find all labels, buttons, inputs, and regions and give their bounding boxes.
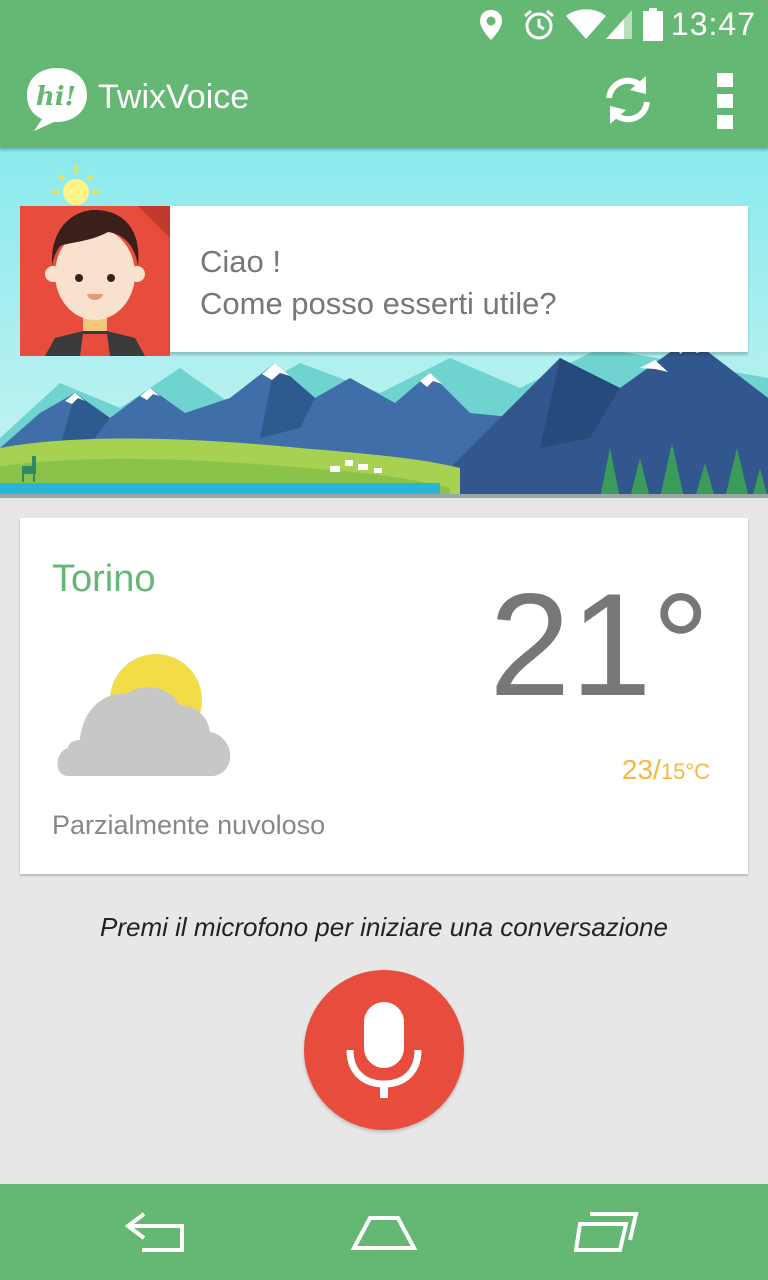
weather-card[interactable]: Torino 21° 23/15°C Parzialmente nuvoloso xyxy=(20,518,748,874)
app-logo-icon: hi! xyxy=(27,68,87,131)
weather-temperature: 21° xyxy=(489,563,710,726)
location-icon xyxy=(480,10,502,40)
app-title: TwixVoice xyxy=(98,78,250,116)
refresh-icon[interactable] xyxy=(600,72,656,128)
greeting-bubble: Ciao ! Come posso esserti utile? xyxy=(170,206,748,352)
back-icon[interactable] xyxy=(122,1206,188,1258)
weather-condition: Parzialmente nuvoloso xyxy=(52,810,326,840)
battery-icon xyxy=(643,8,663,41)
partly-cloudy-icon xyxy=(57,654,231,776)
recents-icon[interactable] xyxy=(574,1206,640,1258)
app-bar: hi! TwixVoice xyxy=(0,50,768,148)
greeting-line-2: Come posso esserti utile? xyxy=(200,286,557,321)
logo-text: hi! xyxy=(36,82,76,112)
weather-temp-low: 15°C xyxy=(660,759,710,784)
greeting-card: Ciao ! Come posso esserti utile? xyxy=(20,206,748,356)
signal-icon xyxy=(606,10,632,39)
status-bar: 13:47 xyxy=(0,0,768,50)
microphone-button[interactable] xyxy=(304,970,464,1130)
more-vert-icon[interactable] xyxy=(710,70,740,132)
microphone-icon xyxy=(346,1002,422,1098)
clock-time: 13:47 xyxy=(670,6,756,42)
alarm-icon xyxy=(524,9,554,40)
weather-temp-high: 23/ xyxy=(621,754,661,785)
system-nav-bar xyxy=(0,1184,768,1280)
weather-city: Torino xyxy=(52,558,156,600)
home-icon[interactable] xyxy=(350,1206,418,1258)
assistant-avatar xyxy=(20,206,170,356)
greeting-line-1: Ciao ! xyxy=(200,244,281,279)
wifi-icon xyxy=(566,9,606,39)
mic-hint-text: Premi il microfono per iniziare una conv… xyxy=(100,912,668,942)
weather-temp-range: 23/15°C xyxy=(622,754,710,786)
